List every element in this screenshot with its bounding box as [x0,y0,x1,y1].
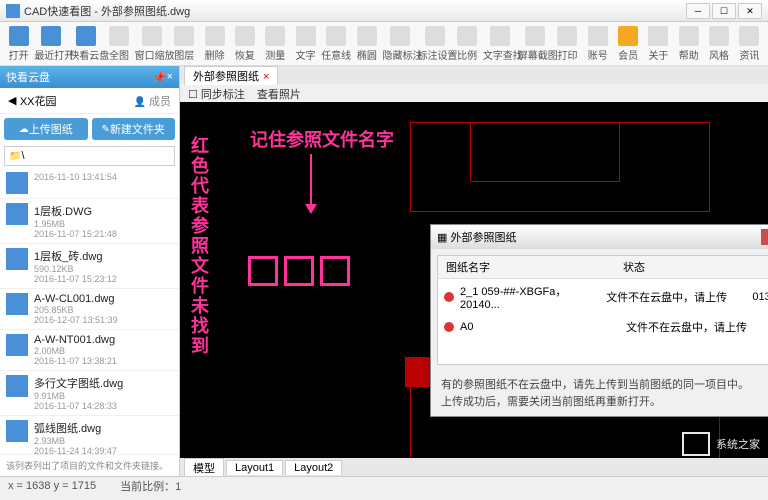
tool-测量[interactable]: 测量 [261,26,290,62]
file-item[interactable]: 1层板.DWG1.95MB2016-11-07 15:21:48 [0,199,179,244]
watermark-logo-icon [682,432,710,456]
scale-readout: 当前比例：1 [120,478,181,494]
file-list[interactable]: 2016-11-10 13:41:541层板.DWG1.95MB2016-11-… [0,168,179,454]
coords-readout: x = 1638 y = 1715 [8,480,96,492]
window-title: CAD快速看图 - 外部参照图纸.dwg [24,3,684,19]
path-input[interactable]: 📁 \ [4,146,175,166]
layout-tabs: 模型Layout1Layout2 [180,458,768,476]
tool-打印[interactable]: 打印 [553,26,582,62]
tool-比例[interactable]: 比例 [453,26,482,62]
tool-恢复[interactable]: 恢复 [230,26,259,62]
tool-账号[interactable]: 账号 [583,26,612,62]
file-item[interactable]: 2016-11-10 13:41:54 [0,168,179,199]
annotation-top: 记住参照文件名字 [250,126,394,152]
layout-tab[interactable]: 模型 [184,458,224,477]
sidebar: 快看云盘 📌 × ◀ XX花园 👤 成员 ☁ 上传图纸 ✎ 新建文件夹 📁 \ … [0,66,180,476]
canvas-options: ☐ 同步标注 查看照片 [180,84,768,102]
tool-会员[interactable]: 会员 [613,26,642,62]
tool-打开[interactable]: 打开 [4,26,33,62]
file-icon [6,375,28,397]
layout-tab[interactable]: Layout1 [226,460,283,475]
sync-annot-checkbox[interactable]: ☐ 同步标注 [188,86,245,100]
status-bar: x = 1638 y = 1715 当前比例：1 [0,476,768,494]
highlight-box [320,256,350,286]
file-item[interactable]: 1层板_砖.dwg590.12KB2016-11-07 15:23:12 [0,244,179,289]
file-icon [6,172,28,194]
xref-dialog: ▦ 外部参照图纸 ✕ 图纸名字 状态 2_1 059-##-XBGFa，2014… [430,224,768,417]
dialog-close-button[interactable]: ✕ [761,229,768,245]
annotation-arrow [310,154,312,212]
drawing-tab[interactable]: 外部参照图纸× [184,66,278,85]
file-icon [6,420,28,442]
annotation-left: 红色代表参照文件未找到 [186,136,212,356]
tool-窗口缩放[interactable]: 窗口缩放 [135,26,169,62]
tool-删除[interactable]: 删除 [200,26,229,62]
tool-隐藏标注[interactable]: 隐藏标注 [383,26,417,62]
status-dot-icon [444,292,454,302]
sidebar-header: 快看云盘 📌 × [0,66,179,88]
dialog-icon: ▦ [437,231,447,244]
watermark: 系统之家 [682,432,760,456]
tool-图层[interactable]: 图层 [170,26,199,62]
tool-椭圆[interactable]: 椭圆 [352,26,381,62]
app-icon [6,4,20,18]
tab-close-icon[interactable]: × [263,71,269,83]
col-name: 图纸名字 [438,256,615,278]
tool-帮助[interactable]: 帮助 [674,26,703,62]
col-status: 状态 [615,256,768,278]
titlebar: CAD快速看图 - 外部参照图纸.dwg ─ ☐ ✕ [0,0,768,22]
file-item[interactable]: A-W-NT001.dwg2.00MB2016-11-07 13:38:21 [0,330,179,371]
xref-row[interactable]: 2_1 059-##-XBGFa，20140...文件不在云盘中，请上传0130… [438,279,768,315]
new-folder-button[interactable]: ✎ 新建文件夹 [92,118,176,140]
file-item[interactable]: 多行文字图纸.dwg9.91MB2016-11-07 14:28:33 [0,371,179,416]
tool-资讯[interactable]: 资讯 [735,26,764,62]
tool-文字查找[interactable]: 文字查找 [483,26,517,62]
drawing-canvas[interactable]: 外部参照图纸× ☐ 同步标注 查看照片 模型Layout1Layout2 红色代… [180,66,768,476]
minimize-button[interactable]: ─ [686,3,710,19]
file-item[interactable]: 弧线图纸.dwg2.93MB2016-11-24 14:39:47 [0,416,179,454]
tool-屏幕截图[interactable]: 屏幕截图 [518,26,552,62]
dialog-note: 有的参照图纸不在云盘中，请先上传到当前图纸的同一项目中。 上传成功后，需要关闭当… [431,371,768,416]
project-name: XX花园 [20,93,57,109]
dialog-titlebar[interactable]: ▦ 外部参照图纸 ✕ [431,225,768,249]
members-link[interactable]: 👤 成员 [134,93,171,109]
tool-任意线[interactable]: 任意线 [321,26,351,62]
file-icon [6,293,28,315]
tool-关于[interactable]: 关于 [644,26,673,62]
drawing-tabs: 外部参照图纸× [180,66,768,84]
back-icon[interactable]: ◀ [8,94,16,107]
xref-row[interactable]: A0文件不在云盘中，请上传 [438,315,768,339]
sidebar-close-icon[interactable]: × [167,71,173,83]
tool-快看云盘[interactable]: 快看云盘 [69,26,103,62]
tool-全图[interactable]: 全图 [104,26,133,62]
upload-button[interactable]: ☁ 上传图纸 [4,118,88,140]
dialog-columns: 图纸名字 状态 [438,256,768,279]
file-icon [6,203,28,225]
close-button[interactable]: ✕ [738,3,762,19]
sidebar-pin-icon[interactable]: 📌 [153,71,167,84]
maximize-button[interactable]: ☐ [712,3,736,19]
sidebar-title: 快看云盘 [6,69,50,85]
sidebar-footer: 该列表列出了项目的文件和文件夹链接。 [0,454,179,476]
layout-tab[interactable]: Layout2 [285,460,342,475]
tool-最近打开[interactable]: 最近打开 [34,26,68,62]
dialog-title: 外部参照图纸 [450,229,516,245]
file-icon [6,248,28,270]
status-dot-icon [444,322,454,332]
highlight-box [284,256,314,286]
project-row[interactable]: ◀ XX花园 👤 成员 [0,88,179,114]
tool-文字[interactable]: 文字 [291,26,320,62]
tool-标注设置[interactable]: 标注设置 [418,26,452,62]
highlight-box [248,256,278,286]
tool-风格[interactable]: 风格 [704,26,733,62]
view-photo-link[interactable]: 查看照片 [257,86,301,100]
file-icon [6,334,28,356]
main-toolbar: 打开最近打开快看云盘全图窗口缩放图层删除恢复测量文字任意线椭圆隐藏标注标注设置比… [0,22,768,66]
file-item[interactable]: A-W-CL001.dwg205.85KB2016-12-07 13:51:39 [0,289,179,330]
